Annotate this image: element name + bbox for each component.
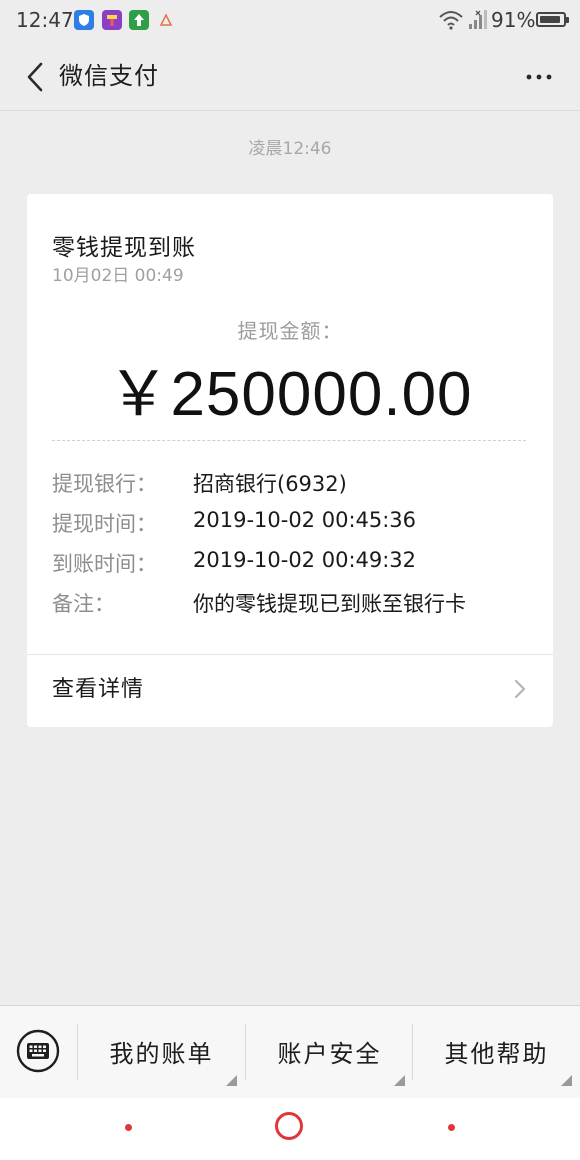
submenu-corner-icon	[561, 1075, 572, 1086]
upload-app-icon	[129, 10, 149, 30]
warning-app-icon	[156, 10, 176, 30]
amount-value: ￥250000.00	[107, 360, 473, 429]
submenu-corner-icon	[226, 1075, 237, 1086]
battery-percent: 91%	[491, 8, 536, 32]
title-bar: 微信支付	[0, 40, 580, 111]
detail-row-label: 备注：	[52, 592, 115, 616]
detail-row-value: 2019-10-02 00:49:32	[193, 548, 417, 572]
menu-account-security[interactable]: 账户安全	[246, 1006, 413, 1098]
view-details-label: 查看详情	[52, 677, 145, 702]
system-nav-bar	[0, 1098, 580, 1160]
view-details-link[interactable]: 查看详情	[27, 655, 553, 727]
status-time: 12:47	[16, 8, 74, 32]
detail-row-label: 提现时间：	[52, 512, 157, 536]
submenu-corner-icon	[394, 1075, 405, 1086]
battery-icon	[536, 12, 569, 27]
detail-row-value: 招商银行(6932)	[193, 472, 347, 496]
amount-label: 提现金额：	[237, 319, 343, 343]
chevron-right-icon	[514, 679, 526, 699]
card-title: 零钱提现到账	[52, 235, 196, 261]
more-dots-icon	[526, 74, 552, 80]
card-date: 10月02日 00:49	[52, 266, 184, 286]
nav-back-dot[interactable]	[125, 1124, 132, 1131]
menu-label: 我的账单	[109, 1040, 214, 1068]
withdrawal-notification-card: 零钱提现到账 10月02日 00:49 提现金额： ￥250000.00 提现银…	[27, 194, 553, 727]
menu-other-help[interactable]: 其他帮助	[413, 1006, 580, 1098]
battery-level	[540, 16, 561, 23]
menu-label: 账户安全	[277, 1040, 382, 1068]
shield-app-icon	[74, 10, 94, 30]
nav-recents-dot[interactable]	[448, 1124, 455, 1131]
menu-my-bills[interactable]: 我的账单	[78, 1006, 245, 1098]
detail-row-value: 2019-10-02 00:45:36	[193, 508, 417, 532]
bottom-menu: 我的账单 账户安全 其他帮助	[0, 1005, 580, 1099]
message-timestamp: 凌晨12:46	[248, 139, 332, 159]
keyboard-icon	[16, 1029, 60, 1073]
back-button[interactable]	[22, 60, 52, 94]
detail-row-label: 提现银行：	[52, 472, 157, 496]
detail-row-label: 到账时间：	[52, 552, 157, 576]
dashed-divider	[52, 440, 526, 441]
signal-icon	[467, 9, 487, 35]
status-bar: 12:47 91%	[0, 0, 580, 40]
more-button[interactable]	[520, 62, 560, 92]
tools-app-icon	[102, 10, 122, 30]
nav-home-button[interactable]	[275, 1112, 303, 1140]
page-title: 微信支付	[59, 62, 159, 90]
detail-row-value: 你的零钱提现已到账至银行卡	[193, 592, 466, 616]
wifi-icon	[438, 9, 464, 35]
chevron-left-icon	[27, 62, 43, 92]
keyboard-toggle-button[interactable]	[16, 1029, 60, 1073]
menu-label: 其他帮助	[444, 1040, 549, 1068]
